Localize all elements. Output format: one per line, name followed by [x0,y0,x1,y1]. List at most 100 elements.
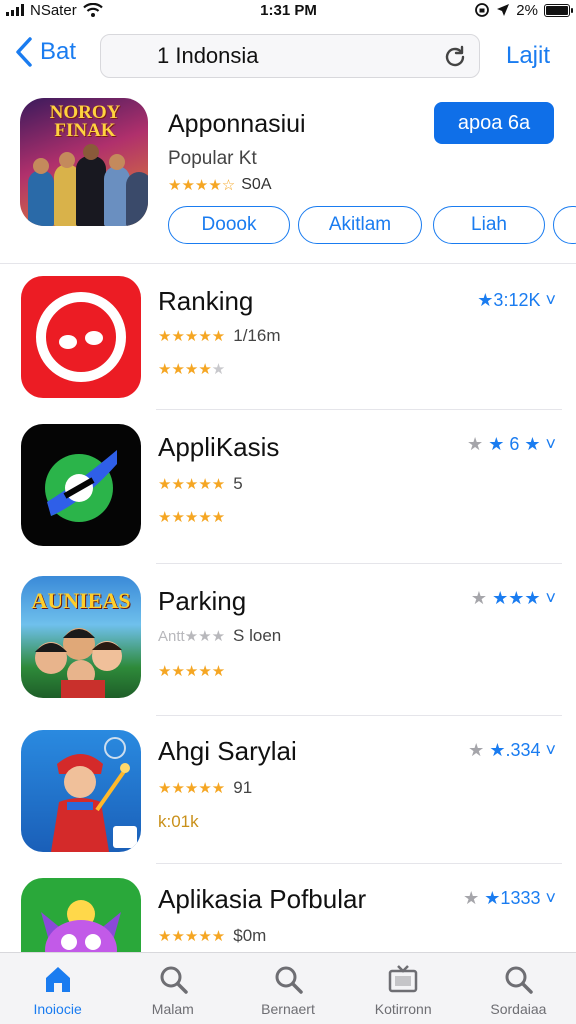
star-rating: ★★★★★ [158,476,226,493]
app-meta: ★★★★★ 91 [158,778,252,798]
nav-right-button[interactable]: Lajit [506,42,550,70]
search-field[interactable]: 1 Indonsia [100,34,480,78]
clock: 1:31 PM [260,1,317,19]
tab-home[interactable]: Inoiocie [0,953,115,1024]
magician-character-icon [51,737,137,852]
status-bar: NSater 1:31 PM 2% [0,0,576,20]
search-icon [505,966,534,994]
home-icon [45,967,70,992]
app-name: Parking [158,586,247,616]
tab-tv[interactable]: Kotirronn [346,953,461,1024]
status-left: NSater [6,2,103,19]
rating-dropdown[interactable]: ★ ★1333 ˅ [463,888,556,909]
app-icon[interactable] [21,730,141,852]
back-button[interactable]: Bat [14,36,76,68]
search-icon [160,966,188,994]
icon-figure [126,172,148,226]
tab-search-3[interactable]: Sordaiaa [461,953,576,1024]
star-rating: Antt★★★ [158,628,226,645]
app-name: Ranking [158,286,254,316]
featured-icon-title: NOROY FINAK [49,102,121,141]
category-chip[interactable] [553,206,576,244]
divider [156,863,562,864]
tab-search-1[interactable]: Malam [115,953,230,1024]
rating-dropdown[interactable]: ★ ★.334 ˅ [468,740,556,761]
star-rating: ★★★★★ [158,928,226,945]
location-icon [497,4,510,16]
app-list-item[interactable]: Aplikasia Pofbular ★★★★★ $0m ★ ★1333 ˅ [0,874,576,1000]
battery-icon [543,3,573,17]
rating-count: S0A [241,176,272,193]
star-rating: ★★★★★ [158,780,226,797]
divider [156,409,562,410]
navigation-bar: Bat 1 Indonsia Lajit [0,32,576,78]
icon-figure [28,170,54,226]
back-label: Bat [40,38,77,65]
app-name: Ahgi Sarylai [158,736,297,766]
app-list-item[interactable]: Ahgi Sarylai ★★★★★ 91 k:01k ★ ★.334 ˅ [0,726,576,866]
app-size: 5 [233,474,243,493]
app-icon[interactable] [21,424,141,546]
secondary-rating: k:01k [158,812,199,831]
tab-label: Inoiocie [33,1001,82,1017]
secondary-rating: ★★★★★ [158,509,226,526]
app-size: S loen [233,626,282,645]
featured-app-subtitle: Popular Kt [168,148,257,169]
app-size: $0m [233,926,267,945]
featured-app-rating: ★★★★☆ S0A [168,176,272,194]
get-button[interactable]: apoa 6a [434,102,554,144]
app-icon[interactable] [21,276,141,398]
app-name: AppliKasis [158,432,280,462]
search-query: 1 Indonsia [157,43,259,68]
app-list-item[interactable]: AppliKasis ★★★★★ 5 ★★★★★ ★ ★ 6 ★ ˅ [0,420,576,566]
chevron-left-icon [16,37,32,67]
refresh-icon[interactable] [443,45,467,69]
app-list-item[interactable]: AUNIEAS Parking Antt★★★ S loen ★★★★★ ★ ★… [0,574,576,718]
app-name: Aplikasia Pofbular [158,884,367,914]
app-meta: ★★★★★ $0m [158,926,266,946]
chat-logo-icon [45,450,117,522]
icon-figure-head [109,154,125,170]
tab-label: Kotirronn [374,1001,432,1017]
featured-app-card: NOROY FINAK Apponnasiui Popular Kt ★★★★☆ … [0,92,576,264]
tv-icon [388,965,418,993]
star-rating: ★★★★☆ [168,177,236,194]
app-meta: ★★★★★ 1/16m [158,326,281,346]
face-logo-icon [36,292,126,382]
status-right: 2% [474,1,573,19]
search-icon [275,966,303,994]
app-icon[interactable]: AUNIEAS [21,576,141,698]
carrier-label: NSater [30,1,77,19]
app-size: 91 [233,778,253,797]
lock-rotation-icon [475,3,490,17]
secondary-rating: ★★★★★ [158,663,226,680]
rating-dropdown[interactable]: ★ ★★★ ˅ [471,588,556,609]
app-list-item[interactable]: Ranking ★★★★★ 1/16m ★★★★★ ★3:12K ˅ [0,272,576,412]
divider [156,715,562,716]
app-meta: Antt★★★ S loen [158,626,281,646]
secondary-rating: ★★★★★ [158,361,226,378]
signal-icon [6,4,24,16]
wifi-icon [82,3,103,17]
tab-search-2[interactable]: Bernaert [230,953,345,1024]
app-meta: ★★★★★ 5 [158,474,243,494]
featured-app-icon[interactable]: NOROY FINAK [20,98,148,226]
cartoon-characters-icon [35,628,122,698]
icon-figure-head [59,152,75,168]
rating-dropdown[interactable]: ★ ★ 6 ★ ˅ [467,434,556,455]
category-chip[interactable]: Doook [168,206,290,244]
rating-dropdown[interactable]: ★3:12K ˅ [477,290,556,311]
tab-bar: Inoiocie Malam Bernaert Kotirronn Sordai… [0,952,576,1024]
icon-figure-head [33,158,49,174]
battery-percent: 2% [516,1,538,19]
app-size: 1/16m [233,326,281,345]
star-rating: ★★★★★ [158,328,226,345]
category-chip[interactable]: Akitlam [298,206,422,244]
featured-app-name[interactable]: Apponnasiui [168,110,306,139]
tab-label: Sordaiaa [490,1001,547,1017]
tab-label: Bernaert [261,1001,315,1017]
tab-label: Malam [151,1001,194,1017]
category-chip[interactable]: Liah [433,206,545,244]
icon-figure-head [83,144,99,160]
icon-figure [76,156,106,226]
